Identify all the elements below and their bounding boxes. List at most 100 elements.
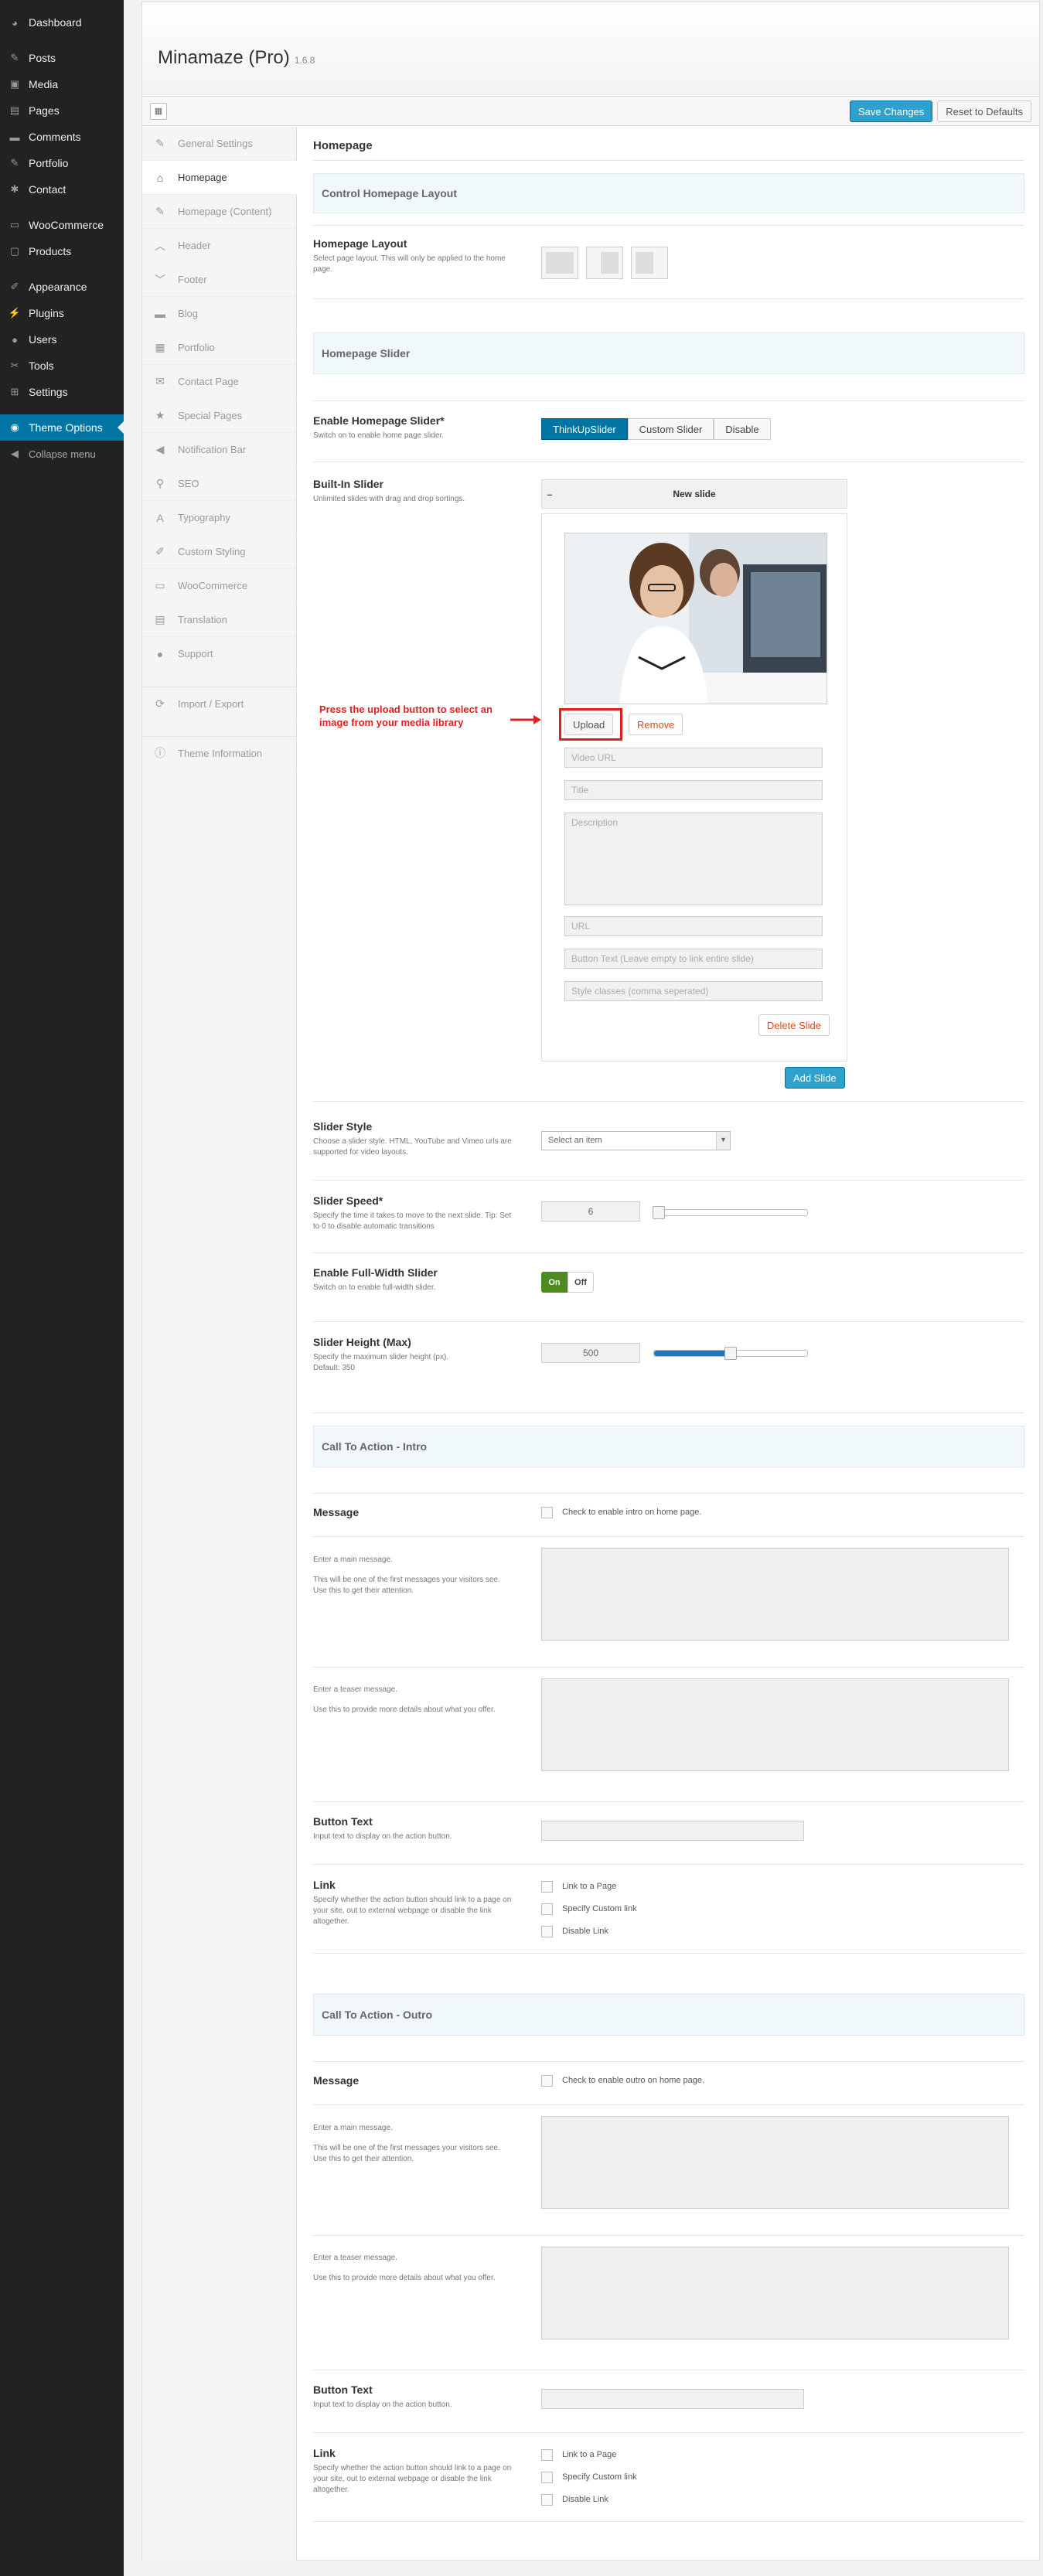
- fullwidth-toggle[interactable]: On Off: [541, 1272, 594, 1293]
- nav-header[interactable]: ︿ Header: [142, 229, 296, 263]
- nav-contact-page[interactable]: ✉ Contact Page: [142, 365, 296, 399]
- nav-support[interactable]: ● Support: [142, 637, 296, 671]
- cta-enable-checkbox[interactable]: [541, 2074, 553, 2087]
- slider-speed-input[interactable]: 6: [541, 1201, 640, 1222]
- cta-link-checkbox[interactable]: [541, 2493, 553, 2506]
- layout-left-sidebar-option[interactable]: [586, 247, 623, 279]
- nav-import-export[interactable]: ⟳ Import / Export: [142, 687, 296, 721]
- cta-link-checkbox[interactable]: [541, 2471, 553, 2483]
- wp-menu-dashboard[interactable]: ◕ Dashboard: [0, 9, 124, 36]
- nav-footer[interactable]: ﹀ Footer: [142, 263, 296, 297]
- wp-menu-tools[interactable]: ✂ Tools: [0, 353, 124, 379]
- cta-button-input[interactable]: [541, 2389, 804, 2409]
- wp-menu-pages[interactable]: ▤ Pages: [0, 97, 124, 124]
- wp-menu-comments[interactable]: ▬ Comments: [0, 124, 124, 150]
- nav-theme-information[interactable]: ⓘ Theme Information: [142, 736, 296, 770]
- wp-menu-label: Media: [29, 78, 59, 90]
- video-url-field[interactable]: Video URL: [564, 748, 823, 768]
- cta-link-option[interactable]: Disable Link: [541, 1923, 608, 1939]
- cta-enable-checkbox[interactable]: [541, 1506, 553, 1518]
- nav-general-settings[interactable]: ✎ General Settings: [142, 127, 296, 161]
- nav-homepage[interactable]: ⌂ Homepage: [142, 161, 297, 195]
- cta-main-textarea[interactable]: [541, 2116, 1009, 2209]
- wp-menu-media[interactable]: ▣ Media: [0, 71, 124, 97]
- wp-menu-woocommerce[interactable]: ▭ WooCommerce: [0, 212, 124, 238]
- slide-header[interactable]: – New slide: [541, 479, 847, 509]
- cta-teaser-textarea[interactable]: [541, 2247, 1009, 2339]
- reset-defaults-button[interactable]: Reset to Defaults: [937, 101, 1031, 122]
- wp-menu-plugins[interactable]: ⚡ Plugins: [0, 300, 124, 326]
- home-icon: ⌂: [156, 171, 164, 184]
- slider-height-track[interactable]: [653, 1347, 808, 1360]
- sidebar-toggle-icon[interactable]: ▦: [150, 102, 167, 120]
- url-field[interactable]: URL: [564, 916, 823, 936]
- cta-link-option-text: Specify Custom link: [562, 1904, 637, 1913]
- slider-speed-track[interactable]: [653, 1206, 808, 1219]
- nav-seo[interactable]: ⚲ SEO: [142, 467, 296, 501]
- menu-separator: [0, 264, 124, 274]
- cta-link-option[interactable]: Link to a Page: [541, 2447, 616, 2462]
- toggle-on[interactable]: On: [541, 1272, 568, 1293]
- divider: [313, 1493, 1024, 1494]
- wp-menu-products[interactable]: ▢ Products: [0, 238, 124, 264]
- wp-menu-users[interactable]: ● Users: [0, 326, 124, 353]
- style-classes-field[interactable]: Style classes (comma seperated): [564, 981, 823, 1001]
- delete-slide-button[interactable]: Delete Slide: [758, 1014, 830, 1036]
- wp-menu-portfolio[interactable]: ✎ Portfolio: [0, 150, 124, 176]
- cta-link-checkbox[interactable]: [541, 2448, 553, 2461]
- cta-link-option[interactable]: Link to a Page: [541, 1879, 616, 1894]
- cta-teaser-textarea[interactable]: [541, 1678, 1009, 1771]
- cta-link-checkbox[interactable]: [541, 1925, 553, 1937]
- slider-style-select[interactable]: Select an item ▼: [541, 1131, 731, 1150]
- custom-slider-option[interactable]: Custom Slider: [627, 418, 714, 440]
- nav-woocommerce[interactable]: ▭ WooCommerce: [142, 569, 296, 603]
- pages-icon: ▤: [9, 104, 20, 116]
- add-slide-button[interactable]: Add Slide: [785, 1067, 845, 1089]
- nav-blog[interactable]: ▬ Blog: [142, 297, 296, 331]
- cta-link-option[interactable]: Disable Link: [541, 2492, 608, 2507]
- cta-main-textarea[interactable]: [541, 1548, 1009, 1641]
- thinkupslider-option[interactable]: ThinkUpSlider: [541, 418, 628, 440]
- wp-menu-settings[interactable]: ⊞ Settings: [0, 379, 124, 405]
- wp-menu-appearance[interactable]: ✐ Appearance: [0, 274, 124, 300]
- wp-menu-posts[interactable]: ✎ Posts: [0, 45, 124, 71]
- panel-toolbar: ▦ Save Changes Reset to Defaults: [142, 97, 1039, 126]
- cta-button-input[interactable]: [541, 1821, 804, 1841]
- search-icon: ⚲: [155, 477, 165, 489]
- cta-link-option[interactable]: Specify Custom link: [541, 2469, 637, 2485]
- cta-enable-checkbox-row[interactable]: Check to enable intro on home page.: [541, 1504, 701, 1520]
- save-changes-button[interactable]: Save Changes: [850, 101, 933, 122]
- collapse-icon[interactable]: –: [542, 489, 557, 500]
- slide-title: New slide: [673, 489, 716, 499]
- toggle-off[interactable]: Off: [568, 1272, 594, 1293]
- slider-height-handle[interactable]: [724, 1347, 737, 1360]
- nav-translation[interactable]: ▤ Translation: [142, 603, 296, 637]
- nav-custom-styling[interactable]: ✐ Custom Styling: [142, 535, 296, 569]
- nav-portfolio[interactable]: ▦ Portfolio: [142, 331, 296, 365]
- cta-link-checkbox[interactable]: [541, 1903, 553, 1915]
- layout-right-sidebar-option[interactable]: [631, 247, 668, 279]
- nav-notification-bar[interactable]: ◀ Notification Bar: [142, 433, 296, 467]
- chevron-down-icon[interactable]: ▼: [716, 1132, 730, 1150]
- nav-typography[interactable]: A Typography: [142, 501, 296, 535]
- cta-section-header: Call To Action - Outro: [313, 1994, 1024, 2036]
- remove-button[interactable]: Remove: [629, 714, 683, 735]
- cta-enable-checkbox-row[interactable]: Check to enable outro on home page.: [541, 2073, 704, 2088]
- title-field[interactable]: Title: [564, 780, 823, 800]
- button-text-field[interactable]: Button Text (Leave empty to link entire …: [564, 949, 823, 969]
- upload-button[interactable]: Upload: [564, 714, 614, 735]
- cta-link-checkbox[interactable]: [541, 1880, 553, 1893]
- layout-full-width-option[interactable]: [541, 247, 578, 279]
- cta-link-option[interactable]: Specify Custom link: [541, 1901, 637, 1917]
- gear-icon: ✱: [10, 183, 19, 195]
- wp-menu-contact[interactable]: ✱ Contact: [0, 176, 124, 203]
- nav-special-pages[interactable]: ★ Special Pages: [142, 399, 296, 433]
- wrench-icon: ✎: [155, 137, 165, 149]
- wp-menu-theme-options[interactable]: ◉ Theme Options: [0, 414, 124, 441]
- slider-height-input[interactable]: 500: [541, 1343, 640, 1363]
- description-field[interactable]: Description: [564, 813, 823, 905]
- wp-menu-collapse-menu[interactable]: ◀ Collapse menu: [0, 441, 124, 467]
- slider-speed-handle[interactable]: [653, 1206, 665, 1219]
- disable-slider-option[interactable]: Disable: [714, 418, 771, 440]
- nav-homepage-content-[interactable]: ✎ Homepage (Content): [142, 195, 296, 229]
